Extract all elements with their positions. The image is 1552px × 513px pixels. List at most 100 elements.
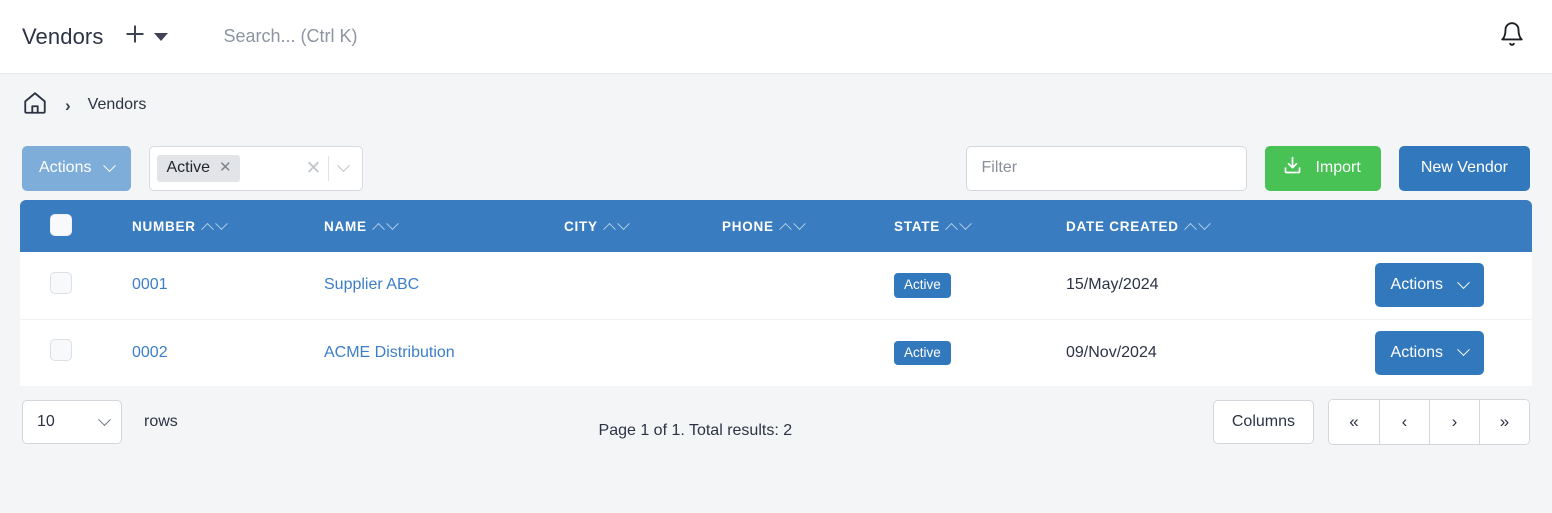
sort-desc-icon[interactable] <box>386 217 399 230</box>
bell-icon <box>1499 21 1525 52</box>
sort-icons <box>203 222 226 231</box>
first-page-button[interactable]: « <box>1329 400 1379 444</box>
cell-name: ACME Distribution <box>324 319 564 386</box>
column-number-sort[interactable]: NUMBER <box>132 219 324 234</box>
sort-icons <box>781 222 804 231</box>
prev-page-button[interactable]: ‹ <box>1379 400 1429 444</box>
row-actions-button[interactable]: Actions <box>1375 331 1484 375</box>
column-phone-sort[interactable]: PHONE <box>722 219 894 234</box>
cell-date-created: 09/Nov/2024 <box>1066 319 1326 386</box>
app-title: Vendors <box>22 24 103 50</box>
cell-row-actions: Actions <box>1326 319 1532 386</box>
row-checkbox[interactable] <box>50 339 72 361</box>
cell-number: 0001 <box>132 252 324 319</box>
notifications-button[interactable] <box>1494 19 1530 55</box>
sort-desc-icon[interactable] <box>215 217 228 230</box>
vendor-number-link[interactable]: 0002 <box>132 344 168 361</box>
chevron-down-glyph <box>338 159 351 172</box>
cell-state: Active <box>894 252 1066 319</box>
status-badge: Active <box>894 273 951 298</box>
table-header-row: NUMBER NAME <box>20 200 1532 252</box>
chevron-down-icon <box>98 413 111 426</box>
sort-icons <box>1186 222 1209 231</box>
row-actions-button[interactable]: Actions <box>1375 263 1484 307</box>
table-body: 0001 Supplier ABC Active 15/May/2024 Act… <box>20 252 1532 386</box>
status-filter-select[interactable]: Active ✕ ✕ <box>149 146 363 191</box>
column-city-label: CITY <box>564 219 598 234</box>
next-page-button[interactable]: › <box>1429 400 1479 444</box>
last-page-button[interactable]: » <box>1479 400 1529 444</box>
table-row[interactable]: 0002 ACME Distribution Active 09/Nov/202… <box>20 319 1532 386</box>
cell-number: 0002 <box>132 319 324 386</box>
new-vendor-button[interactable]: New Vendor <box>1399 146 1530 191</box>
column-phone: PHONE <box>722 200 894 252</box>
column-name: NAME <box>324 200 564 252</box>
column-state-sort[interactable]: STATE <box>894 219 1066 234</box>
sort-asc-icon[interactable] <box>603 222 616 235</box>
column-select-all <box>20 200 132 252</box>
cell-city <box>564 252 722 319</box>
chevron-down-icon <box>1457 276 1470 289</box>
breadcrumb: › Vendors <box>0 74 1552 136</box>
sort-icons <box>605 222 628 231</box>
row-actions-label: Actions <box>1391 276 1443 294</box>
cell-city <box>564 319 722 386</box>
vendor-name-link[interactable]: Supplier ABC <box>324 276 419 293</box>
sort-asc-icon[interactable] <box>372 222 385 235</box>
sort-asc-icon[interactable] <box>945 222 958 235</box>
row-checkbox[interactable] <box>50 272 72 294</box>
table-header: NUMBER NAME <box>20 200 1532 252</box>
import-button[interactable]: Import <box>1265 146 1380 191</box>
sort-asc-icon[interactable] <box>201 222 214 235</box>
close-icon[interactable]: ✕ <box>219 160 232 175</box>
vendor-name-link[interactable]: ACME Distribution <box>324 344 455 361</box>
select-all-checkbox[interactable] <box>50 214 72 236</box>
row-select-cell <box>20 319 132 386</box>
table-footer: 10 rows Page 1 of 1. Total results: 2 Co… <box>0 386 1552 458</box>
bulk-actions-button[interactable]: Actions <box>22 146 131 191</box>
sort-asc-icon[interactable] <box>1184 222 1197 235</box>
sort-desc-icon[interactable] <box>617 217 630 230</box>
column-date-created-sort[interactable]: DATE CREATED <box>1066 219 1326 234</box>
rows-per-page-select[interactable]: 10 <box>22 400 122 444</box>
chevron-down-icon[interactable] <box>329 164 356 173</box>
rows-per-page-value: 10 <box>37 413 55 431</box>
column-phone-label: PHONE <box>722 219 774 234</box>
bulk-actions-label: Actions <box>39 159 91 177</box>
column-name-label: NAME <box>324 219 367 234</box>
cell-name: Supplier ABC <box>324 252 564 319</box>
cell-phone <box>722 319 894 386</box>
filter-chip-label: Active <box>166 159 210 177</box>
sort-asc-icon[interactable] <box>779 222 792 235</box>
download-icon <box>1282 155 1303 181</box>
column-state: STATE <box>894 200 1066 252</box>
top-navbar: Vendors Search... (Ctrl K) <box>0 0 1552 74</box>
sort-desc-icon[interactable] <box>959 217 972 230</box>
chevron-down-icon <box>104 159 117 172</box>
clear-all-icon[interactable]: ✕ <box>299 159 329 178</box>
import-label: Import <box>1315 159 1360 177</box>
status-badge: Active <box>894 341 951 366</box>
home-icon[interactable] <box>22 90 48 121</box>
list-toolbar: Actions Active ✕ ✕ Import New Vendor <box>0 136 1552 200</box>
column-city-sort[interactable]: CITY <box>564 219 722 234</box>
vendor-number-link[interactable]: 0001 <box>132 276 168 293</box>
cell-phone <box>722 252 894 319</box>
sort-desc-icon[interactable] <box>793 217 806 230</box>
add-new-menu[interactable] <box>125 24 168 49</box>
rows-per-page-label: rows <box>144 413 178 431</box>
column-name-sort[interactable]: NAME <box>324 219 564 234</box>
cell-row-actions: Actions <box>1326 252 1532 319</box>
cell-state: Active <box>894 319 1066 386</box>
columns-button[interactable]: Columns <box>1213 400 1314 444</box>
column-date-created: DATE CREATED <box>1066 200 1326 252</box>
search-input[interactable]: Search... (Ctrl K) <box>223 26 1494 47</box>
breadcrumb-current: Vendors <box>88 96 147 114</box>
column-row-actions <box>1326 200 1532 252</box>
pagination: « ‹ › » <box>1328 399 1530 445</box>
filter-chip-active[interactable]: Active ✕ <box>157 155 239 182</box>
table-row[interactable]: 0001 Supplier ABC Active 15/May/2024 Act… <box>20 252 1532 319</box>
footer-middle: Page 1 of 1. Total results: 2 <box>192 422 1199 423</box>
filter-input[interactable] <box>966 146 1247 191</box>
sort-desc-icon[interactable] <box>1198 217 1211 230</box>
